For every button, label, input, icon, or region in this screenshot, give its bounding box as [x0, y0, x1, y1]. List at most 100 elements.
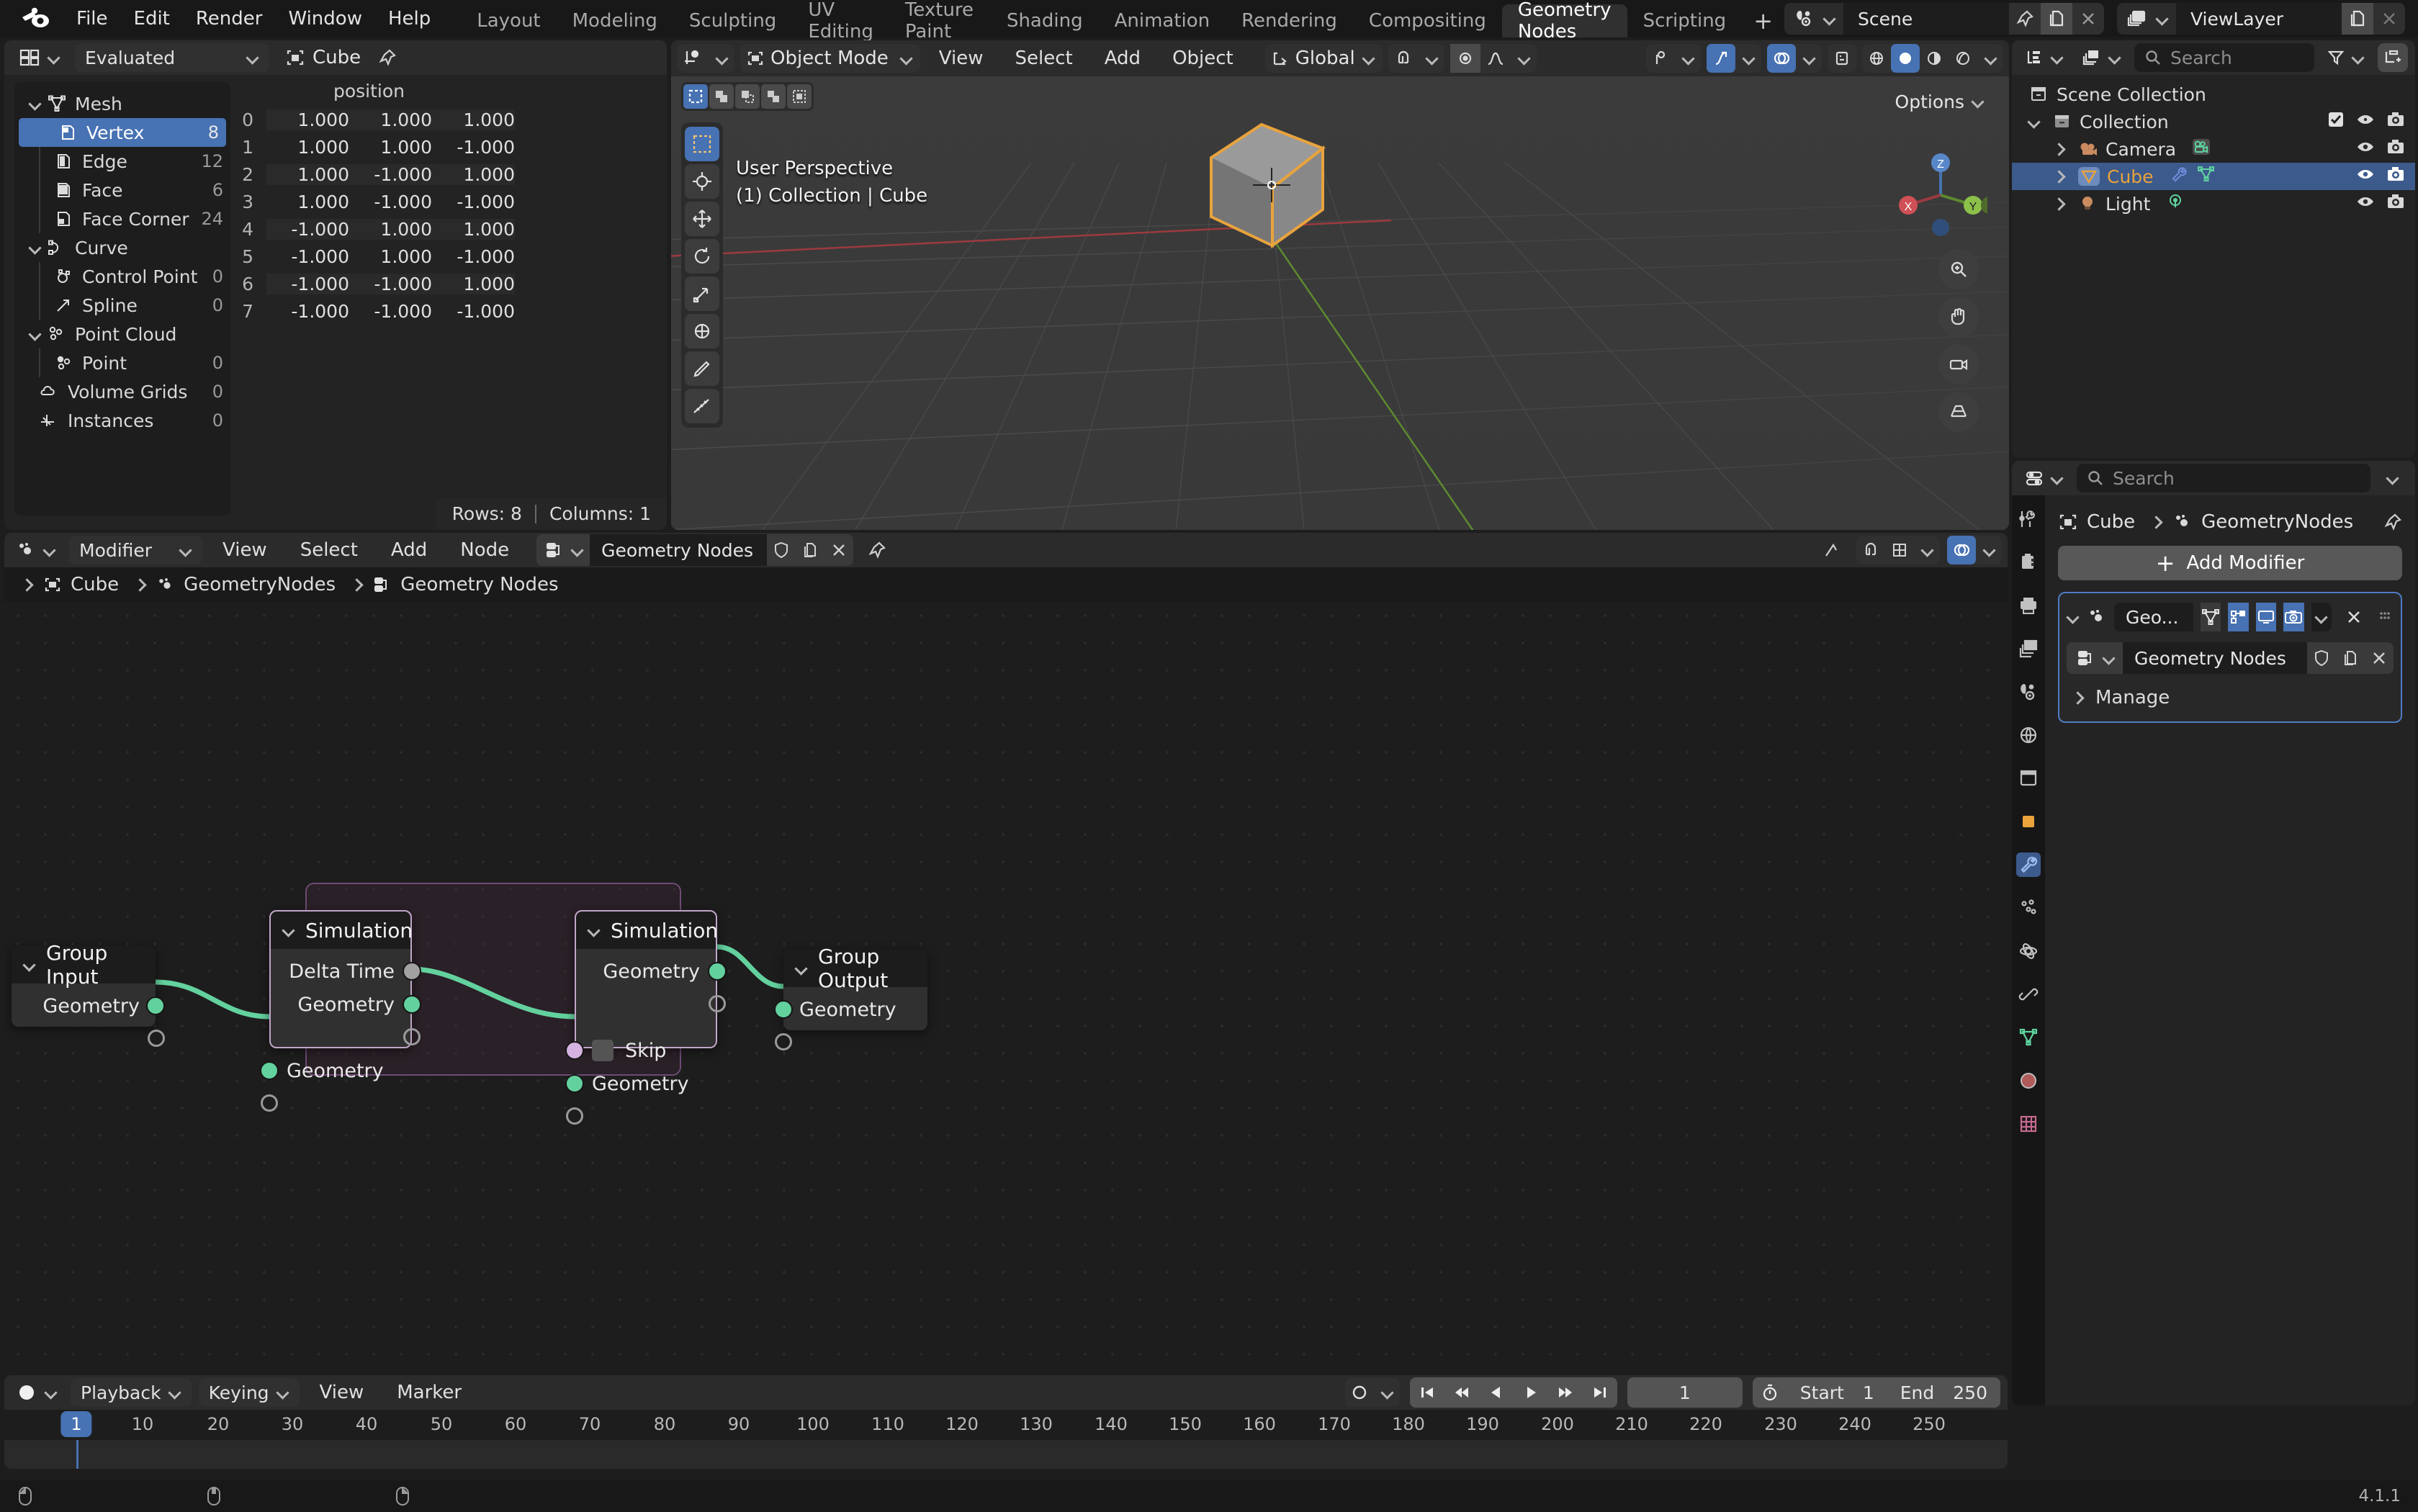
tab-data-icon[interactable]: [2016, 1025, 2041, 1050]
zoom-icon[interactable]: [1938, 249, 1979, 289]
transform-tool[interactable]: [685, 314, 719, 348]
socket-row-output-extend[interactable]: [576, 988, 726, 1021]
node-header[interactable]: Simulation: [576, 912, 718, 949]
dataset-mode-dropdown[interactable]: Evaluated: [75, 43, 269, 72]
tab-world-icon[interactable]: [2016, 723, 2041, 747]
scale-tool[interactable]: [685, 276, 719, 311]
socket-delta-time-output[interactable]: [403, 962, 421, 981]
xray-icon[interactable]: [1828, 44, 1856, 73]
socket-geometry-output[interactable]: [146, 996, 165, 1015]
node-menu-select[interactable]: Select: [287, 539, 371, 561]
breadcrumb-modifier[interactable]: GeometryNodes: [2201, 511, 2353, 533]
solid-shading-icon[interactable]: [1891, 44, 1920, 73]
node-editor-node-group-field[interactable]: Geometry Nodes: [536, 534, 854, 566]
table-row[interactable]: 1 1.000 1.000 -1.000: [230, 133, 667, 161]
node-header[interactable]: Group Input: [12, 941, 156, 989]
display-viewport-toggle-icon[interactable]: [2255, 603, 2277, 631]
proportional-edit-group[interactable]: [1450, 44, 1537, 73]
tree-item-face[interactable]: Face 6: [14, 176, 230, 204]
new-copy-icon[interactable]: [2041, 3, 2072, 35]
camera-icon[interactable]: [2386, 166, 2405, 187]
checkbox-icon[interactable]: [2327, 111, 2345, 132]
current-frame-field[interactable]: 1: [1627, 1377, 1743, 1408]
tab-collection-icon[interactable]: [2016, 766, 2041, 791]
node-options-icon[interactable]: [1816, 541, 1849, 559]
socket-row-output-extend[interactable]: [12, 1022, 165, 1056]
ortho-toggle-icon[interactable]: [1938, 392, 1979, 432]
node-group-name[interactable]: Geometry Nodes: [590, 534, 768, 566]
socket-row-output-geometry[interactable]: Geometry: [576, 955, 727, 988]
tab-rendering[interactable]: Rendering: [1226, 4, 1353, 37]
tab-scene-icon[interactable]: [2016, 680, 2041, 704]
pin-icon[interactable]: [378, 48, 397, 67]
current-frame-badge[interactable]: 1: [60, 1411, 92, 1437]
tab-geometry-nodes[interactable]: Geometry Nodes: [1501, 0, 1627, 42]
socket-row-input-skip[interactable]: Skip: [565, 1034, 716, 1067]
socket-row-output-delta-time[interactable]: Delta Time: [271, 955, 421, 988]
scene-selector[interactable]: Scene: [1784, 3, 2104, 35]
chevron-down-icon[interactable]: [29, 241, 42, 254]
chevron-down-icon[interactable]: [588, 924, 601, 937]
outliner-row-light[interactable]: Light: [2012, 190, 2415, 217]
skip-checkbox[interactable]: [592, 1040, 614, 1061]
tab-scripting[interactable]: Scripting: [1627, 4, 1743, 37]
node-group-field[interactable]: Geometry Nodes: [2067, 642, 2394, 674]
chevron-down-icon[interactable]: [2067, 611, 2080, 624]
auto-keying-group[interactable]: [1344, 1378, 1400, 1407]
tab-modifier-wrench-icon[interactable]: [2016, 852, 2041, 877]
node-tree-type-dropdown[interactable]: Modifier: [69, 536, 202, 564]
socket-row-input-geometry[interactable]: Geometry: [565, 1067, 716, 1100]
viewport-menu-view[interactable]: View: [926, 48, 997, 69]
tab-sculpting[interactable]: Sculpting: [673, 4, 792, 37]
properties-search-input[interactable]: Search: [2077, 464, 2370, 492]
overlays-icon[interactable]: [1767, 44, 1796, 73]
subtract-select-icon[interactable]: [735, 84, 760, 109]
tab-output-icon[interactable]: [2016, 593, 2041, 618]
node-group-input[interactable]: Group Input Geometry: [12, 941, 165, 1047]
tab-modeling[interactable]: Modeling: [557, 4, 673, 37]
outliner-display-mode-icon[interactable]: [2019, 43, 2069, 72]
table-row[interactable]: 2 1.000 -1.000 1.000: [230, 161, 667, 188]
eye-icon[interactable]: [2356, 138, 2375, 160]
node-canvas[interactable]: Group Input Geometry Simulation Delta Ti…: [4, 602, 2008, 1372]
outliner-row-camera[interactable]: Camera: [2012, 135, 2415, 163]
object-mode-dropdown[interactable]: Object Mode: [740, 44, 920, 73]
chevron-down-icon[interactable]: [29, 328, 42, 341]
socket-row-input-geometry[interactable]: Geometry: [260, 1054, 410, 1087]
socket-row-input-extend[interactable]: [775, 1026, 927, 1059]
node-menu-add[interactable]: Add: [378, 539, 440, 561]
tree-item-spline[interactable]: Spline 0: [14, 291, 230, 320]
tab-viewlayer-icon[interactable]: [2016, 636, 2041, 661]
tab-material-icon[interactable]: [2016, 1068, 2041, 1093]
annotate-tool[interactable]: [685, 351, 719, 386]
chevron-down-icon[interactable]: [282, 924, 295, 937]
camera-icon[interactable]: [2386, 111, 2405, 132]
falloff-curve-icon[interactable]: [1480, 44, 1511, 73]
rendered-shading-icon[interactable]: [1949, 44, 1977, 73]
select-box-tool[interactable]: [685, 127, 719, 161]
unlink-x-icon[interactable]: [2365, 644, 2394, 672]
node-snap-group[interactable]: [1856, 536, 1940, 564]
socket-geometry-output[interactable]: [403, 995, 421, 1014]
camera-view-icon[interactable]: [1938, 344, 1979, 384]
snap-magnet-icon[interactable]: [1388, 44, 1419, 73]
eye-icon[interactable]: [2356, 111, 2375, 132]
tree-item-mesh[interactable]: Mesh: [14, 89, 230, 118]
eye-icon[interactable]: [2356, 193, 2375, 215]
render-toggle-icon[interactable]: [2283, 603, 2304, 631]
properties-options-dropdown[interactable]: [2378, 464, 2408, 492]
socket-row-input-extend[interactable]: [261, 1087, 410, 1120]
socket-extend-output[interactable]: [709, 995, 726, 1012]
tab-texture-paint[interactable]: Texture Paint: [889, 0, 991, 42]
pin-icon[interactable]: [2383, 513, 2402, 531]
menu-help[interactable]: Help: [375, 0, 444, 37]
object-visibility-icon[interactable]: [1646, 44, 1675, 73]
jump-end-icon[interactable]: [1583, 1377, 1617, 1408]
tab-physics-icon[interactable]: [2016, 939, 2041, 963]
pin-icon[interactable]: [860, 541, 894, 559]
viewport-menu-select[interactable]: Select: [1002, 48, 1086, 69]
spreadsheet-editor-icon[interactable]: [12, 43, 68, 72]
cursor-tool[interactable]: [685, 164, 719, 199]
add-modifier-button[interactable]: + Add Modifier: [2058, 546, 2402, 580]
funnel-icon[interactable]: [2322, 43, 2370, 72]
